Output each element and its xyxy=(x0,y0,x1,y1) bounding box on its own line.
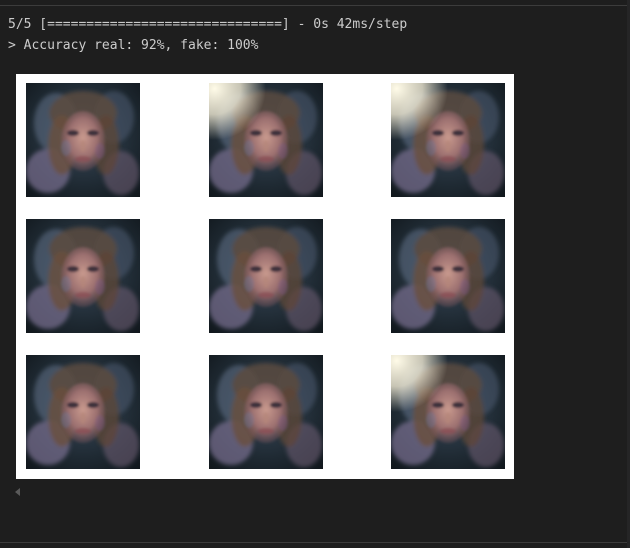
generated-face-6 xyxy=(391,219,505,333)
generated-images-figure xyxy=(16,74,514,479)
generated-face-4 xyxy=(26,219,140,333)
panel-top-border xyxy=(0,5,630,6)
generated-face-3 xyxy=(391,83,505,197)
generated-face-7 xyxy=(26,355,140,469)
generated-face-2 xyxy=(209,83,323,197)
progress-output: 5/5 [==============================] - 0… xyxy=(8,17,408,32)
panel-bottom-border xyxy=(0,542,630,543)
generated-face-8 xyxy=(209,355,323,469)
accuracy-output: > Accuracy real: 92%, fake: 100% xyxy=(8,38,259,53)
generated-face-9 xyxy=(391,355,505,469)
scroll-left-arrow-icon[interactable] xyxy=(15,488,20,496)
generated-face-1 xyxy=(26,83,140,197)
generated-face-5 xyxy=(209,219,323,333)
